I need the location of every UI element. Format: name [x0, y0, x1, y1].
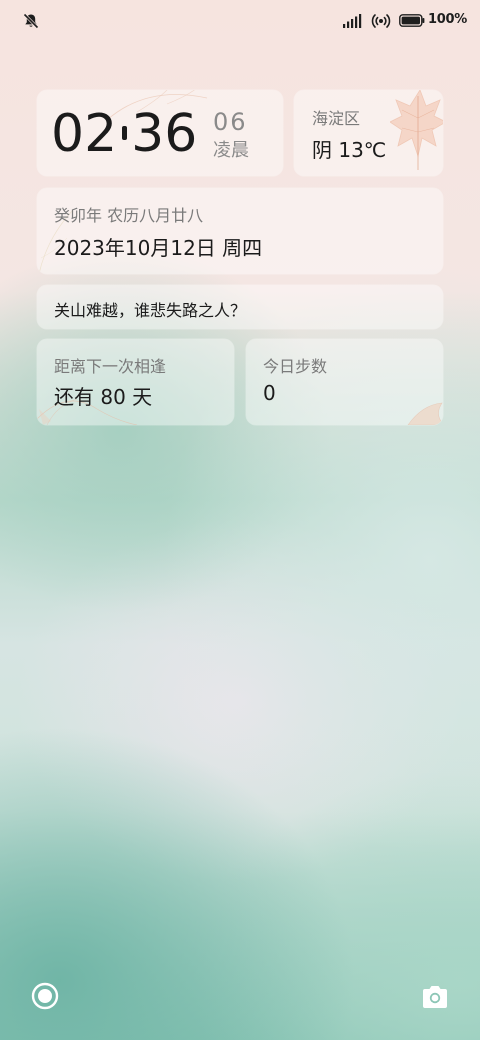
assistant-ring-icon[interactable] — [30, 981, 60, 1011]
calendar-widget[interactable]: 癸卯年 农历八月廿八 2023年10月12日 周四 — [37, 188, 443, 274]
hotspot-icon — [371, 14, 391, 28]
countdown-title: 距离下一次相逢 — [54, 357, 167, 376]
steps-title: 今日步数 — [263, 357, 328, 376]
clock-time: 02 36 — [51, 104, 197, 164]
camera-icon[interactable] — [420, 982, 450, 1012]
weather-widget[interactable]: 海淀区 阴 13℃ — [294, 90, 443, 176]
weather-condition: 阴 13℃ — [312, 138, 387, 162]
clock-colon — [121, 118, 128, 150]
clock-widget[interactable]: 02 36 06 凌晨 — [37, 90, 283, 176]
status-bar: 100% — [0, 0, 480, 42]
lunar-date: 癸卯年 农历八月廿八 — [54, 206, 204, 225]
weather-location: 海淀区 — [312, 109, 361, 128]
battery-icon — [399, 14, 425, 27]
clock-hours: 02 — [51, 104, 118, 164]
solar-date: 2023年10月12日 周四 — [54, 236, 263, 260]
leaf-decoration-icon — [407, 402, 443, 425]
cellular-signal-icon — [343, 14, 362, 28]
countdown-widget[interactable]: 距离下一次相逢 还有 80 天 — [37, 339, 234, 425]
steps-value: 0 — [263, 381, 276, 405]
steps-widget[interactable]: 今日步数 0 — [246, 339, 443, 425]
clock-period: 凌晨 — [213, 140, 249, 161]
clock-minutes: 36 — [131, 104, 198, 164]
quote-text: 关山难越，谁悲失路之人？ — [54, 301, 247, 320]
quote-widget[interactable]: 关山难越，谁悲失路之人？ — [37, 285, 443, 329]
maple-leaf-icon — [390, 90, 443, 170]
countdown-value: 还有 80 天 — [54, 385, 153, 409]
bell-off-icon — [23, 13, 39, 29]
battery-percentage: 100% — [428, 12, 467, 27]
clock-seconds: 06 — [213, 108, 248, 136]
